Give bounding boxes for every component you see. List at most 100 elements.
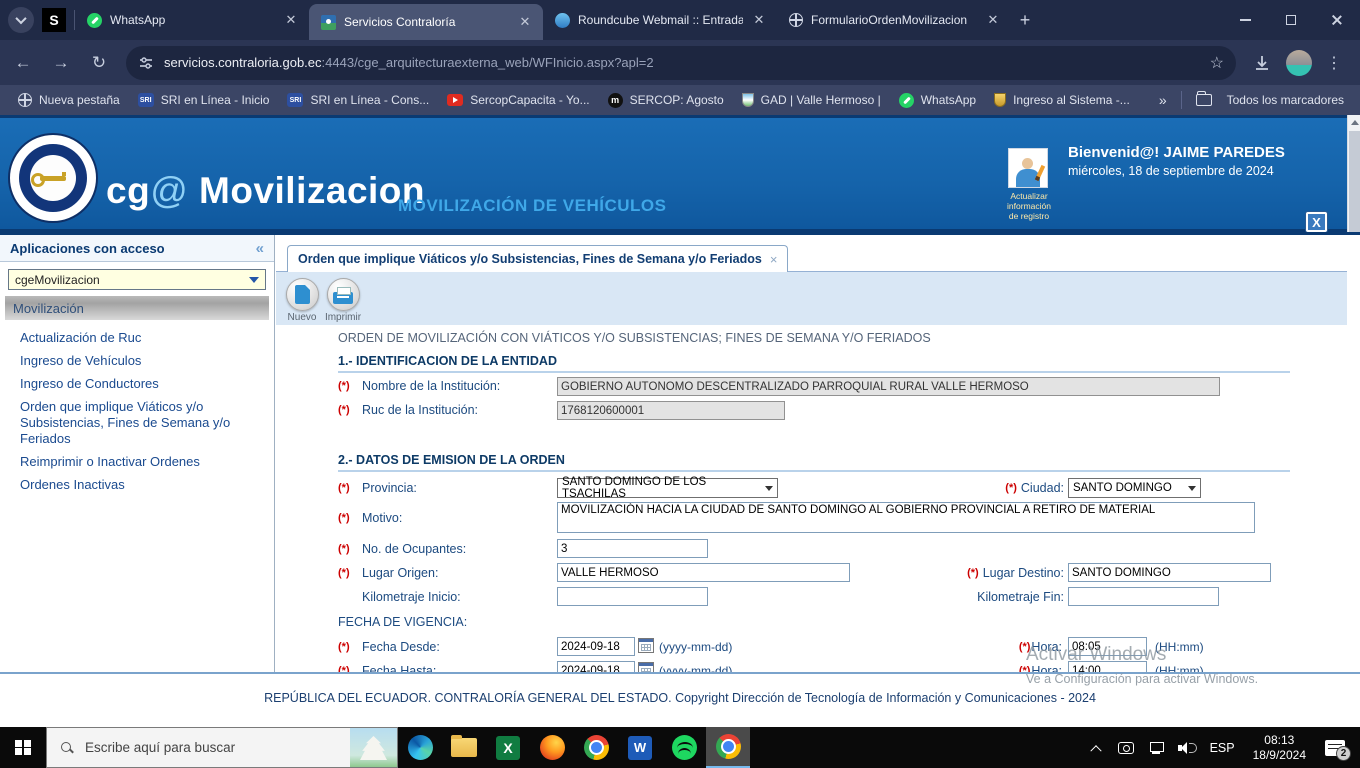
sidebar-item-ingreso-conductores[interactable]: Ingreso de Conductores <box>20 376 265 392</box>
bookmarks-overflow-button[interactable]: » <box>1159 92 1167 108</box>
content-tab-close-icon[interactable]: × <box>770 252 778 267</box>
tab-close-icon[interactable]: ✕ <box>985 12 1001 28</box>
forward-button[interactable]: → <box>46 48 76 78</box>
reload-button[interactable]: ↻ <box>84 48 114 78</box>
application-select[interactable]: cgeMovilizacion <box>8 269 266 290</box>
nombre-institucion-input[interactable] <box>557 377 1220 396</box>
chrome-icon <box>716 734 741 759</box>
search-highlight-image[interactable] <box>350 728 397 767</box>
lugar-origen-input[interactable] <box>557 563 850 582</box>
scroll-up-button[interactable] <box>1348 115 1360 129</box>
content-area: Aplicaciones con acceso « cgeMovilizacio… <box>0 232 1360 672</box>
ruc-institucion-label: Ruc de la Institución: <box>362 403 478 417</box>
logout-close-button[interactable]: X <box>1306 212 1327 232</box>
tab-close-icon[interactable]: ✕ <box>751 12 767 28</box>
lugar-destino-input[interactable] <box>1068 563 1271 582</box>
km-fin-input[interactable] <box>1068 587 1219 606</box>
user-avatar[interactable] <box>1008 148 1048 188</box>
url-text[interactable]: servicios.contraloria.gob.ec:4443/cge_ar… <box>164 55 1202 70</box>
site-settings-icon[interactable] <box>138 55 154 71</box>
url-path: :4443/cge_arquitecturaexterna_web/WFInic… <box>322 55 654 70</box>
sidebar-item-actualizacion-ruc[interactable]: Actualización de Ruc <box>20 330 265 346</box>
bookmark-item[interactable]: SRI en Línea - Cons... <box>287 93 429 107</box>
ciudad-select[interactable]: SANTO DOMINGO <box>1068 478 1201 498</box>
ruc-institucion-input[interactable] <box>557 401 785 420</box>
sidebar-group-movilizacion[interactable]: Movilización <box>5 296 269 320</box>
tab-roundcube[interactable]: Roundcube Webmail :: Entrada ✕ <box>543 0 777 40</box>
site-header: cg@ Movilizacion MOVILIZACIÓN DE VEHÍCUL… <box>0 115 1360 232</box>
network-button[interactable] <box>1144 727 1168 768</box>
chevron-up-icon <box>1090 745 1101 756</box>
provincia-select[interactable]: SANTO DOMINGO DE LOS TSACHILAS <box>557 478 778 498</box>
pinned-tab[interactable]: S <box>34 0 74 40</box>
motivo-textarea[interactable]: MOVILIZACIÓN HACIA LA CIUDAD DE SANTO DO… <box>557 502 1255 533</box>
taskbar-edge[interactable] <box>398 727 442 768</box>
tab-close-icon[interactable]: ✕ <box>283 12 299 28</box>
download-icon[interactable] <box>1252 53 1272 73</box>
taskbar-chrome-active[interactable] <box>706 727 750 768</box>
volume-button[interactable] <box>1174 727 1198 768</box>
taskbar-chrome[interactable] <box>574 727 618 768</box>
lugar-destino-label: Lugar Destino: <box>983 566 1064 580</box>
content-tab-orden[interactable]: Orden que implique Viáticos y/o Subsiste… <box>287 245 788 272</box>
tab-formulario[interactable]: FormularioOrdenMovilizacion ✕ <box>777 0 1011 40</box>
scrollbar-thumb[interactable] <box>1349 131 1360 241</box>
hidden-icons-button[interactable] <box>1084 727 1108 768</box>
hora-desde-input[interactable] <box>1068 637 1147 656</box>
close-button[interactable] <box>1314 0 1360 40</box>
new-tab-button[interactable]: + <box>1011 6 1039 34</box>
back-button[interactable]: ← <box>8 48 38 78</box>
sri-icon <box>138 93 154 107</box>
taskbar-excel[interactable] <box>486 727 530 768</box>
bookmark-item[interactable]: WhatsApp <box>899 93 976 108</box>
fecha-desde-input[interactable] <box>557 637 635 656</box>
taskbar-firefox[interactable] <box>530 727 574 768</box>
collapse-sidebar-icon[interactable]: « <box>256 240 264 257</box>
all-bookmarks-button[interactable]: Todos los marcadores <box>1196 93 1344 107</box>
sidebar-item-reimprimir-ordenes[interactable]: Reimprimir o Inactivar Ordenes <box>20 454 265 470</box>
language-indicator[interactable]: ESP <box>1204 741 1241 755</box>
meet-now-button[interactable] <box>1114 727 1138 768</box>
fecha-desde-label: Fecha Desde: <box>362 640 440 654</box>
bookmark-item[interactable]: SERCOP: Agosto <box>608 93 724 108</box>
browser-menu-icon[interactable]: ⋮ <box>1326 53 1342 73</box>
sidebar-item-orden-viaticos[interactable]: Orden que implique Viáticos y/o Subsiste… <box>20 399 265 447</box>
km-inicio-input[interactable] <box>557 587 708 606</box>
sidebar-item-ordenes-inactivas[interactable]: Ordenes Inactivas <box>20 477 265 493</box>
profile-avatar[interactable] <box>1286 50 1312 76</box>
notification-badge: 2 <box>1336 746 1351 761</box>
bookmark-item[interactable]: GAD | Valle Hermoso | <box>742 93 881 107</box>
restore-button[interactable] <box>1268 0 1314 40</box>
person-icon <box>1015 157 1041 187</box>
gad-shield-icon <box>742 93 754 107</box>
bookmark-label: SRI en Línea - Inicio <box>161 93 270 107</box>
start-button[interactable] <box>0 727 46 768</box>
ocupantes-input[interactable] <box>557 539 708 558</box>
taskbar-file-explorer[interactable] <box>442 727 486 768</box>
taskbar-clock[interactable]: 08:13 18/9/2024 <box>1247 733 1312 763</box>
notifications-button[interactable]: 2 <box>1318 727 1352 768</box>
tab-label: Roundcube Webmail :: Entrada <box>578 13 743 27</box>
minimize-button[interactable] <box>1222 0 1268 40</box>
address-bar[interactable]: servicios.contraloria.gob.ec:4443/cge_ar… <box>126 46 1236 80</box>
new-button[interactable]: Nuevo <box>282 278 322 323</box>
bookmark-label: SercopCapacita - Yo... <box>470 93 589 107</box>
tab-close-icon[interactable]: ✕ <box>517 14 533 30</box>
tab-servicios-contraloria[interactable]: Servicios Contraloría ✕ <box>309 4 543 40</box>
taskbar-search[interactable]: Escribe aquí para buscar <box>46 727 398 768</box>
bookmark-item[interactable]: SercopCapacita - Yo... <box>447 93 589 107</box>
bookmark-item[interactable]: Ingreso al Sistema -... <box>994 93 1130 107</box>
tab-search-button[interactable] <box>8 7 34 33</box>
camera-icon <box>1118 742 1134 754</box>
screen: S WhatsApp ✕ Servicios Contraloría ✕ Rou… <box>0 0 1360 768</box>
bookmark-item[interactable]: Nueva pestaña <box>18 93 120 107</box>
bookmark-star-icon[interactable]: ☆ <box>1210 53 1224 73</box>
print-button[interactable]: Imprimir <box>323 278 363 323</box>
taskbar-word[interactable] <box>618 727 662 768</box>
update-registration-link[interactable]: Actualizar información de registro <box>1000 191 1058 221</box>
sidebar-item-ingreso-vehiculos[interactable]: Ingreso de Vehículos <box>20 353 265 369</box>
calendar-icon[interactable] <box>638 638 654 653</box>
taskbar-spotify[interactable] <box>662 727 706 768</box>
bookmark-item[interactable]: SRI en Línea - Inicio <box>138 93 270 107</box>
tab-whatsapp[interactable]: WhatsApp ✕ <box>75 0 309 40</box>
